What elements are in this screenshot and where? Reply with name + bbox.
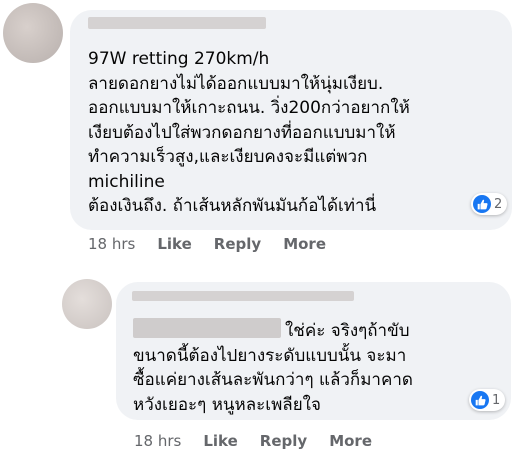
comment-line: ทำความเร็วสูง,และเงียบคงจะมีแต่พวก	[88, 147, 368, 167]
commenter-name-redacted[interactable]	[88, 17, 266, 29]
comment-actions: 18 hrs Like Reply More	[134, 432, 394, 450]
like-button[interactable]: Like	[157, 235, 191, 253]
comment-line: เงียบต้องไปใส่พวกดอกยางที่ออกแบบมาให้	[88, 122, 396, 143]
commenter-name-redacted[interactable]	[132, 291, 354, 301]
comment-line: ออกแบบมาให้เกาะถนน. วิ่ง200กว่าอยากให้	[88, 98, 410, 118]
comment-line: หวังเยอะๆ หนูหละเพลียใจ	[133, 394, 321, 415]
reply-button[interactable]: Reply	[260, 432, 307, 450]
more-button[interactable]: More	[329, 432, 372, 450]
thumbs-up-icon	[473, 195, 491, 213]
avatar[interactable]	[3, 3, 63, 63]
reply-button[interactable]: Reply	[214, 235, 261, 253]
reaction-summary[interactable]: 2	[471, 193, 508, 215]
comment-line: 97W retting 270km/h	[88, 49, 270, 69]
comment-line: ขนาดนี้ต้องไปยางระดับแบบนั้น จะมา	[133, 345, 407, 366]
comment-line: michiline	[88, 171, 165, 192]
like-button[interactable]: Like	[203, 432, 237, 450]
comment-line: ซื้อแค่ยางเส้นละพันกว่าๆ แล้วก็มาคาด	[133, 370, 413, 390]
comment-line: ใช่ค่ะ จริงๆถ้าขับ	[285, 321, 410, 341]
timestamp[interactable]: 18 hrs	[134, 432, 181, 450]
comment-actions: 18 hrs Like Reply More	[88, 235, 348, 253]
more-button[interactable]: More	[283, 235, 326, 253]
comment-line: ลายดอกยางไม่ได้ออกแบบมาให้นุ่มเงียบ.	[88, 73, 384, 94]
avatar[interactable]	[62, 279, 112, 329]
thumbs-up-icon	[471, 391, 489, 409]
timestamp[interactable]: 18 hrs	[88, 235, 135, 253]
comment-text: 97W retting 270km/h ลายดอกยางไม่ได้ออกแบ…	[88, 47, 410, 219]
reaction-count: 2	[494, 196, 503, 212]
reaction-count: 1	[492, 392, 501, 408]
reply-text: ใช่ค่ะ จริงๆถ้าขับ ขนาดนี้ต้องไปยางระดับ…	[133, 319, 413, 417]
reaction-summary[interactable]: 1	[469, 389, 506, 411]
comment-line: ต้องเงินถึง. ถ้าเส้นหลักพันมันก้อได้เท่า…	[88, 196, 377, 216]
